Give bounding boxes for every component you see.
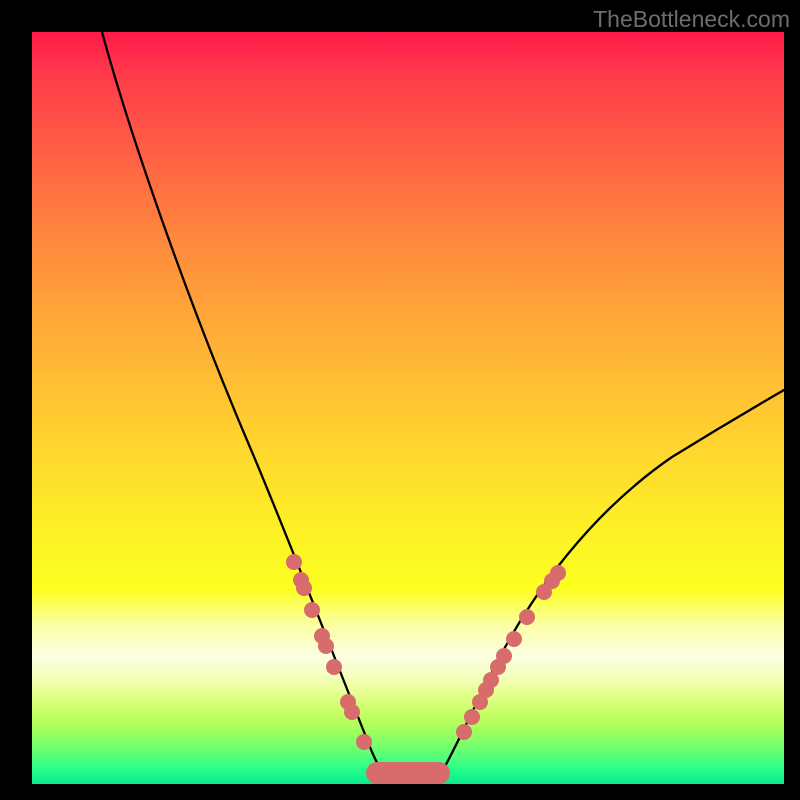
right-curve xyxy=(436,390,784,780)
plot-area xyxy=(32,32,784,784)
curves-svg xyxy=(32,32,784,784)
left-curve xyxy=(102,32,388,780)
watermark-text: TheBottleneck.com xyxy=(593,6,790,33)
chart-canvas: TheBottleneck.com xyxy=(0,0,800,800)
bottom-band xyxy=(366,762,450,784)
right-curve-dots xyxy=(456,565,566,740)
